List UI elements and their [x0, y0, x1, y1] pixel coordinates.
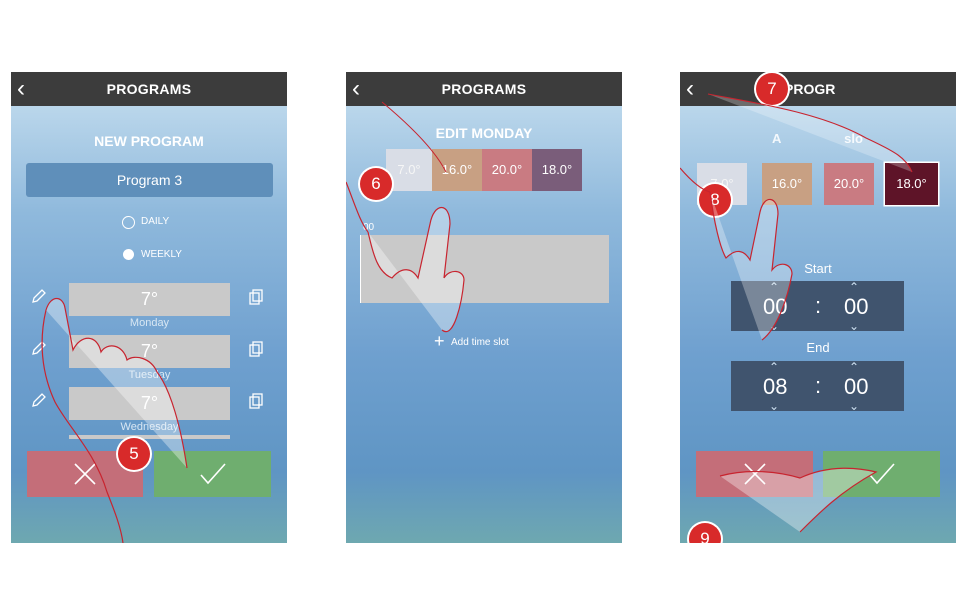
hand-pointer-illustration — [41, 297, 188, 543]
screen-edit-monday: ‹ PROGRAMS EDIT MONDAY 7.0° 16.0° 20.0° … — [346, 72, 622, 543]
screen-new-program: ‹ PROGRAMS NEW PROGRAM Program 3 DAILY W… — [11, 72, 287, 543]
screen-add-time-slot: ‹ PROGR A slo 7 7.0° 16.0° 20.0° 18.0° 8… — [680, 72, 956, 543]
hand-pointer-illustration — [680, 93, 913, 533]
hand-pointer-illustration — [346, 101, 465, 333]
